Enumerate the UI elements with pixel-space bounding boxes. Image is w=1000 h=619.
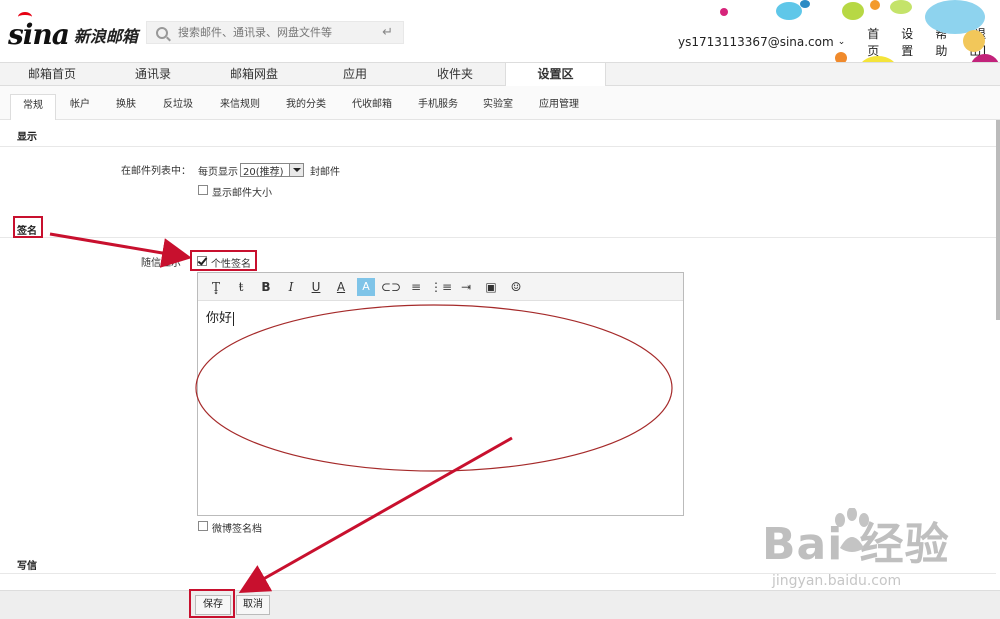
annotation-arrow-to-checkbox bbox=[49, 232, 192, 268]
annotation-oval bbox=[195, 304, 673, 472]
annotation-arrow-to-save bbox=[238, 436, 513, 593]
annotation-overlay bbox=[49, 232, 673, 593]
